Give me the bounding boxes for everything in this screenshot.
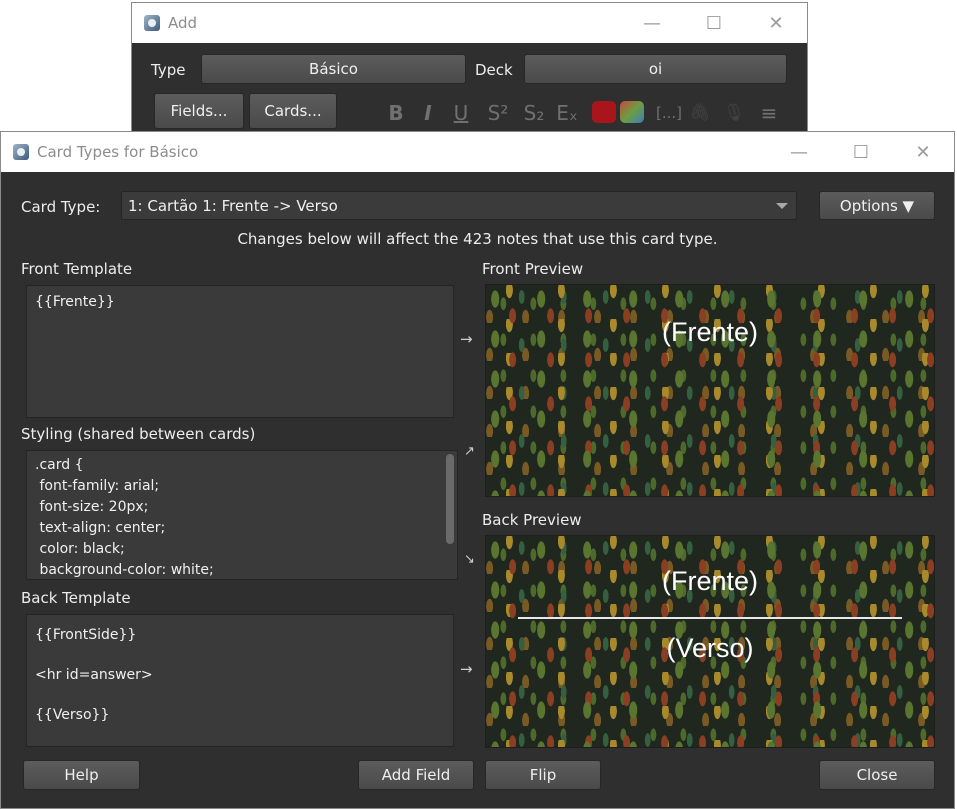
subscript-icon[interactable]: S₂	[520, 99, 548, 127]
styling-scrollbar[interactable]	[444, 454, 456, 576]
affected-notes-notice: Changes below will affect the 423 notes …	[237, 230, 718, 248]
styling-label: Styling (shared between cards)	[21, 425, 256, 443]
add-field-button[interactable]: Add Field	[358, 760, 474, 790]
anki-app-icon	[144, 15, 160, 31]
minimize-icon[interactable]: —	[621, 13, 683, 34]
styling-editor-wrap: .card { font-family: arial; font-size: 2…	[26, 450, 458, 580]
underline-icon[interactable]: U	[450, 99, 472, 127]
text-color-icon[interactable]	[592, 101, 616, 123]
add-titlebar: Add — ☐ ✕	[132, 3, 807, 43]
bold-icon[interactable]: B	[384, 99, 408, 127]
back-preview: (Frente) (Verso)	[485, 535, 935, 748]
card-types-window-title: Card Types for Básico	[37, 143, 199, 161]
card-type-select[interactable]: 1: Cartão 1: Frente -> Verso	[121, 191, 797, 220]
cloze-icon[interactable]: [...]	[654, 99, 684, 127]
deck-label: Deck	[475, 61, 513, 79]
note-type-button[interactable]: Básico	[201, 54, 466, 84]
back-template-label: Back Template	[21, 589, 131, 607]
styling-front-arrow-icon: ↗	[464, 444, 475, 459]
attach-icon[interactable]: 🖇	[688, 99, 712, 127]
more-menu-icon[interactable]: ≡	[756, 99, 782, 127]
highlight-color-icon[interactable]	[620, 101, 644, 123]
anki-app-icon	[13, 144, 29, 160]
front-preview: (Frente)	[485, 284, 935, 497]
card-types-titlebar: Card Types for Básico — ☐ ✕	[1, 132, 954, 172]
dropdown-arrow-icon	[776, 202, 788, 209]
maximize-icon[interactable]: ☐	[683, 13, 745, 34]
front-preview-label: Front Preview	[482, 260, 584, 278]
answer-divider	[518, 617, 902, 619]
back-template-editor[interactable]: {{FrontSide}} <hr id=answer> {{Verso}}	[26, 614, 454, 747]
card-types-window: Card Types for Básico — ☐ ✕ Card Type: 1…	[0, 131, 955, 809]
options-button[interactable]: Options ▼	[819, 191, 935, 220]
back-preview-label: Back Preview	[482, 511, 582, 529]
close-icon[interactable]: ✕	[892, 142, 954, 163]
help-button[interactable]: Help	[23, 760, 140, 790]
add-window: Add — ☐ ✕ Type Básico Deck oi Fields... …	[131, 2, 808, 142]
close-button[interactable]: Close	[819, 760, 935, 790]
styling-back-arrow-icon: ↘	[464, 552, 475, 567]
styling-editor[interactable]: .card { font-family: arial; font-size: 2…	[26, 450, 458, 580]
back-arrow-icon: →	[460, 660, 473, 678]
minimize-icon[interactable]: —	[768, 142, 830, 163]
maximize-icon[interactable]: ☐	[830, 142, 892, 163]
card-type-value: 1: Cartão 1: Frente -> Verso	[128, 196, 338, 215]
styling-scrollbar-thumb[interactable]	[446, 454, 454, 544]
record-audio-icon[interactable]: 🎙	[722, 99, 746, 127]
front-template-label: Front Template	[21, 260, 133, 278]
deck-button[interactable]: oi	[524, 54, 787, 84]
front-template-editor[interactable]: {{Frente}}	[26, 285, 454, 418]
card-type-label: Card Type:	[21, 198, 101, 216]
type-label: Type	[151, 61, 186, 79]
italic-icon[interactable]: I	[418, 99, 438, 127]
cards-button[interactable]: Cards...	[249, 93, 337, 129]
front-arrow-icon: →	[460, 330, 473, 348]
close-icon[interactable]: ✕	[745, 13, 807, 34]
flip-button[interactable]: Flip	[485, 760, 601, 790]
fields-button[interactable]: Fields...	[154, 93, 244, 129]
back-preview-front-text: (Frente)	[661, 566, 759, 596]
clear-format-icon[interactable]: Eₓ	[554, 99, 580, 127]
back-preview-back-text: (Verso)	[666, 633, 754, 663]
superscript-icon[interactable]: S²	[484, 99, 512, 127]
front-preview-text: (Frente)	[661, 317, 759, 347]
add-window-title: Add	[168, 14, 198, 32]
